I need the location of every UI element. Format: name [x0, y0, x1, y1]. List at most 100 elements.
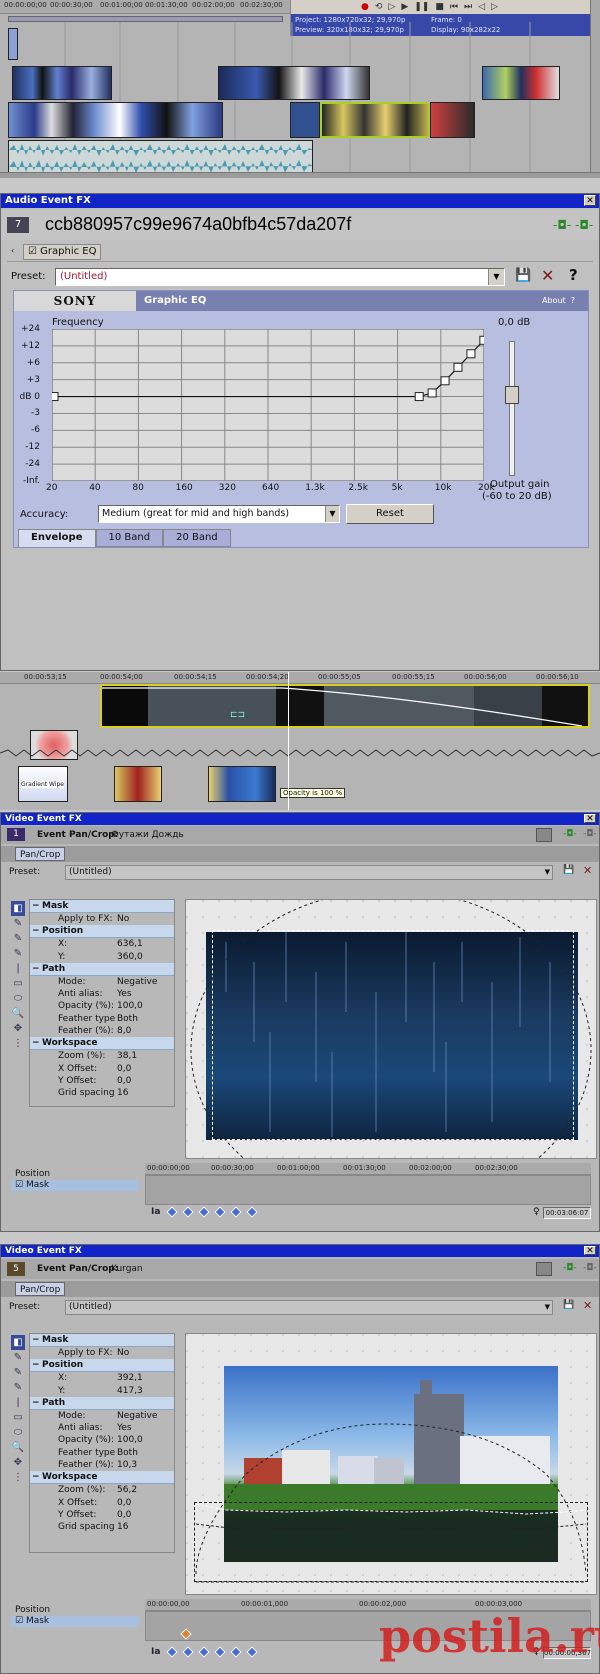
- property-value[interactable]: 16: [115, 1521, 174, 1533]
- property-value[interactable]: 16: [115, 1087, 174, 1099]
- save-preset-icon[interactable]: 💾: [515, 268, 531, 283]
- property-value[interactable]: 0,0: [115, 1063, 174, 1075]
- video-clip[interactable]: [290, 102, 320, 138]
- record-icon[interactable]: ●: [361, 2, 369, 12]
- plugin-chain-icon[interactable]: -◘-: [563, 1263, 577, 1273]
- ellipse-mask-tool-icon[interactable]: ⬭: [11, 991, 25, 1006]
- prev-frame-icon[interactable]: ◁: [478, 2, 485, 12]
- keyframe-marker[interactable]: [180, 1628, 192, 1640]
- add-keyframe-icon[interactable]: [198, 1646, 211, 1658]
- property-section-header[interactable]: Mask: [30, 1334, 174, 1347]
- chevron-down-icon[interactable]: ▼: [325, 506, 339, 522]
- property-value[interactable]: 417,3: [115, 1385, 174, 1397]
- property-row[interactable]: Zoom (%): 56,2: [30, 1484, 174, 1497]
- property-value[interactable]: 10,3: [115, 1459, 174, 1471]
- snap-grid-icon[interactable]: ⋮: [11, 1470, 25, 1485]
- close-button[interactable]: ✕: [584, 814, 596, 824]
- property-row[interactable]: Y Offset: 0,0: [30, 1508, 174, 1522]
- eq-node[interactable]: [52, 392, 59, 402]
- property-value[interactable]: 38,1: [115, 1050, 174, 1062]
- property-value[interactable]: 56,2: [115, 1484, 174, 1496]
- timeline-ruler[interactable]: 00:00:00;00 00:00:30;00 00:01:00;00 00:0…: [0, 0, 290, 14]
- rect-mask-tool-icon[interactable]: ▭: [11, 976, 25, 991]
- stop-icon[interactable]: ■: [435, 2, 444, 12]
- property-row[interactable]: Mode: Negative: [30, 975, 174, 989]
- slider-thumb[interactable]: [505, 386, 519, 404]
- property-section-header[interactable]: Path: [30, 962, 174, 976]
- track-mask[interactable]: ☑ Mask: [11, 1616, 139, 1627]
- eq-node[interactable]: [453, 362, 463, 372]
- property-row[interactable]: Feather (%): 10,3: [30, 1459, 174, 1472]
- eq-node[interactable]: [440, 376, 450, 386]
- normal-edit-tool-icon[interactable]: ◧: [11, 901, 25, 916]
- split-tool-icon[interactable]: |: [11, 961, 25, 976]
- mask-checkbox-icon[interactable]: ☑: [15, 1616, 23, 1626]
- about-link[interactable]: About ?: [542, 296, 575, 305]
- close-button[interactable]: ✕: [584, 1246, 596, 1256]
- property-value[interactable]: 0,0: [115, 1497, 174, 1509]
- reset-button[interactable]: Reset: [346, 504, 434, 524]
- property-value[interactable]: Yes: [115, 1422, 174, 1434]
- property-row[interactable]: Feather type: Both: [30, 1012, 174, 1026]
- chevron-down-icon[interactable]: ▼: [488, 269, 504, 285]
- property-row[interactable]: Feather (%): 8,0: [30, 1025, 174, 1038]
- anchor-add-tool-icon[interactable]: ✎: [11, 931, 25, 946]
- tab-pan-crop[interactable]: Pan/Crop: [15, 1282, 66, 1296]
- tab-10-band[interactable]: 10 Band: [95, 529, 164, 547]
- mask-ellipse[interactable]: [186, 900, 597, 1159]
- keyframe-ruler[interactable]: 00:00:00;00 00:00:30;00 00:01:00;00 00:0…: [145, 1163, 591, 1175]
- property-value[interactable]: Negative: [115, 1410, 174, 1422]
- property-row[interactable]: Opacity (%): 100,0: [30, 1000, 174, 1013]
- delete-preset-icon[interactable]: ✕: [541, 266, 554, 285]
- anchor-creation-tool-icon[interactable]: ✎: [11, 916, 25, 931]
- property-row[interactable]: Opacity (%): 100,0: [30, 1434, 174, 1447]
- last-keyframe-icon[interactable]: [246, 1646, 259, 1658]
- delete-preset-icon[interactable]: ✕: [583, 864, 592, 877]
- property-section-header[interactable]: Position: [30, 925, 174, 939]
- property-section-header[interactable]: Position: [30, 1359, 174, 1373]
- lock-aspect-icon[interactable]: ✥: [11, 1455, 25, 1470]
- keyframe-lane[interactable]: [145, 1175, 591, 1205]
- video-clip-selected[interactable]: [320, 102, 430, 138]
- video-clip[interactable]: [482, 66, 560, 100]
- normal-edit-tool-icon[interactable]: ◧: [11, 1335, 25, 1350]
- save-preset-icon[interactable]: 💾: [563, 865, 574, 875]
- ellipse-mask-tool-icon[interactable]: ⬭: [11, 1425, 25, 1440]
- prev-icon[interactable]: ⏮: [450, 2, 458, 12]
- preset-dropdown[interactable]: (Untitled) ▼: [65, 1300, 553, 1315]
- accuracy-dropdown[interactable]: Medium (great for mid and high bands) ▼: [98, 505, 340, 523]
- video-clip[interactable]: Gradient Wipe: [18, 766, 68, 802]
- insert-plugin-icon[interactable]: -◘-: [575, 218, 593, 232]
- property-row[interactable]: Apply to FX: No: [30, 1347, 174, 1360]
- property-row[interactable]: Y: 360,0: [30, 950, 174, 963]
- property-row[interactable]: X: 636,1: [30, 938, 174, 951]
- video-clip[interactable]: [218, 66, 370, 100]
- timeline-scrollbar[interactable]: [0, 172, 600, 178]
- play-icon[interactable]: ▶: [401, 2, 408, 12]
- property-value[interactable]: 100,0: [115, 1000, 174, 1012]
- property-value[interactable]: Both: [115, 1447, 174, 1459]
- track-mask[interactable]: ☑ Mask: [11, 1180, 139, 1191]
- cursor-time[interactable]: 00:03:06:07: [543, 1207, 591, 1219]
- tab-pan-crop[interactable]: Pan/Crop: [15, 847, 66, 861]
- property-value[interactable]: Yes: [115, 988, 174, 1000]
- bypass-icon[interactable]: [536, 828, 552, 842]
- pause-icon[interactable]: ❚❚: [414, 2, 429, 12]
- preset-dropdown[interactable]: (Untitled) ▼: [55, 268, 505, 286]
- prev-keyframe-icon[interactable]: [182, 1206, 195, 1218]
- prev-keyframe-icon[interactable]: [182, 1646, 195, 1658]
- tab-20-band[interactable]: 20 Band: [163, 529, 231, 547]
- bypass-icon[interactable]: [536, 1262, 552, 1276]
- video-clip[interactable]: [114, 766, 162, 802]
- delete-preset-icon[interactable]: ✕: [583, 1299, 592, 1312]
- property-value[interactable]: Both: [115, 1013, 174, 1025]
- split-tool-icon[interactable]: |: [11, 1395, 25, 1410]
- anchor-creation-tool-icon[interactable]: ✎: [11, 1350, 25, 1365]
- property-row[interactable]: Y Offset: 0,0: [30, 1074, 174, 1088]
- lock-aspect-icon[interactable]: ✥: [11, 1021, 25, 1036]
- property-row[interactable]: Mode: Negative: [30, 1409, 174, 1423]
- next-frame-icon[interactable]: ▷: [491, 2, 498, 12]
- add-keyframe-icon[interactable]: [198, 1206, 211, 1218]
- sync-cursor-icon[interactable]: Ia: [151, 1207, 160, 1217]
- vertical-scrollbar[interactable]: [590, 0, 600, 172]
